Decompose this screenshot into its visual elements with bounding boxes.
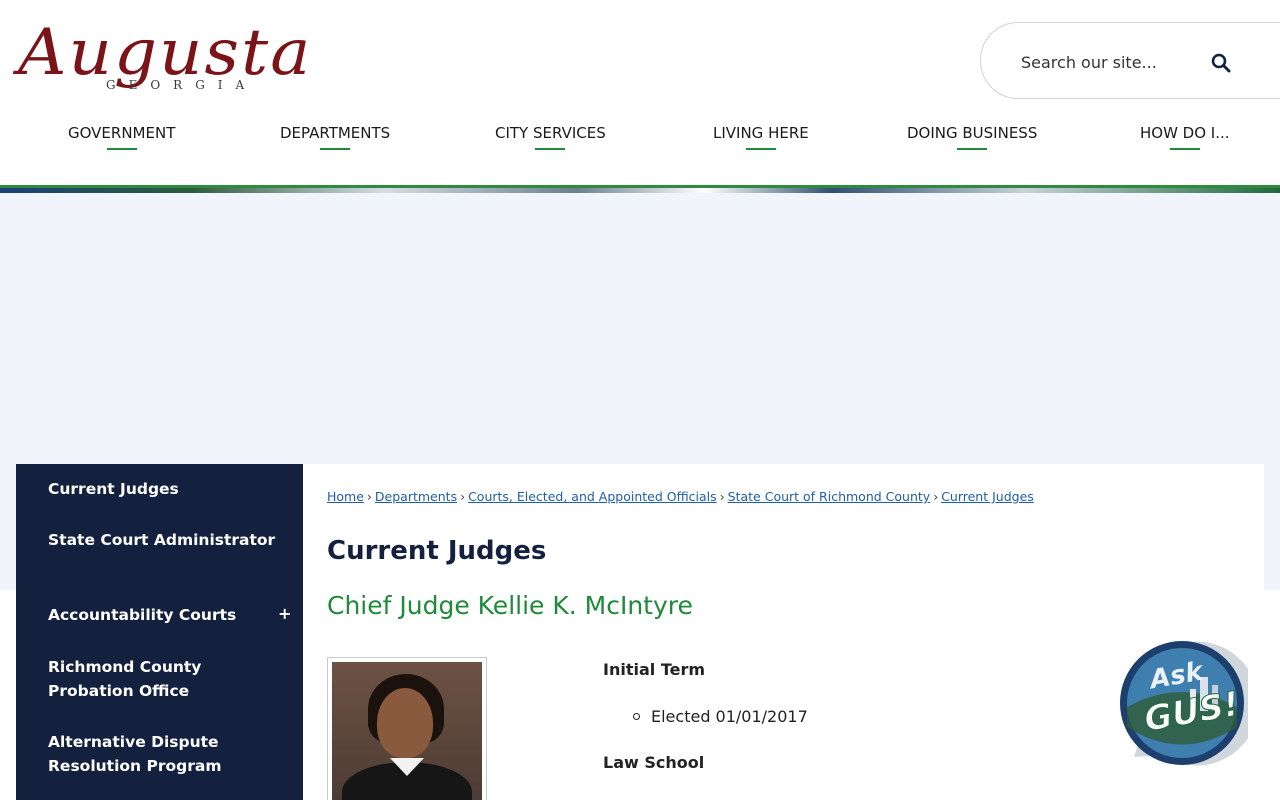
nav-how-do-i[interactable]: HOW DO I... (1140, 124, 1230, 160)
banner-green-rule (0, 185, 1280, 188)
judge-photo-frame (327, 657, 487, 800)
judge-photo (332, 662, 482, 800)
nav-label: DOING BUSINESS (907, 124, 1038, 142)
page-title: Current Judges (327, 536, 547, 566)
sidebar-item-alternative-dispute-resolution[interactable]: Alternative Dispute Resolution Program (48, 730, 278, 778)
logo-subtitle: GEORGIA (106, 78, 258, 92)
nav-label: GOVERNMENT (68, 124, 176, 142)
search-icon (1211, 53, 1231, 73)
sidebar-item-state-court-administrator[interactable]: State Court Administrator (48, 528, 278, 552)
breadcrumb: Home › Departments › Courts, Elected, and Ap… (327, 489, 1034, 504)
nav-label: DEPARTMENTS (280, 124, 391, 142)
nav-underline (1169, 148, 1200, 150)
nav-city-services[interactable]: CITY SERVICES (495, 124, 606, 160)
nav-departments[interactable]: DEPARTMENTS (280, 124, 390, 160)
nav-doing-business[interactable]: DOING BUSINESS (907, 124, 1037, 160)
sidebar-item-accountability-courts[interactable]: Accountability Courts (48, 603, 278, 627)
search-input[interactable] (1021, 50, 1201, 74)
nav-label: LIVING HERE (713, 124, 809, 142)
search-box (980, 22, 1280, 99)
judge-name-heading: Chief Judge Kellie K. McIntyre (327, 591, 693, 620)
breadcrumb-separator: › (933, 489, 939, 504)
nav-label: CITY SERVICES (495, 124, 606, 142)
main-nav: GOVERNMENT DEPARTMENTS CITY SERVICES LIV… (0, 124, 1280, 164)
sidebar-item-probation-office[interactable]: Richmond County Probation Office (48, 655, 278, 703)
breadcrumb-separator: › (719, 489, 725, 504)
nav-underline (745, 148, 776, 150)
nav-underline (320, 148, 351, 150)
law-school-label: Law School (603, 753, 705, 772)
breadcrumb-courts[interactable]: Courts, Elected, and Appointed Officials (468, 489, 717, 504)
nav-government[interactable]: GOVERNMENT (68, 124, 175, 160)
initial-term-value: Elected 01/01/2017 (633, 707, 808, 726)
ask-gus-chat-button[interactable]: Ask GUS! (1112, 637, 1259, 773)
augusta-logo[interactable]: Augusta GEORGIA (18, 8, 318, 118)
sidebar-nav: Current Judges State Court Administrator… (16, 464, 303, 800)
expand-plus-icon[interactable]: + (278, 604, 291, 623)
initial-term-label: Initial Term (603, 660, 706, 679)
breadcrumb-state-court[interactable]: State Court of Richmond County (728, 489, 931, 504)
nav-underline (106, 148, 137, 150)
search-button[interactable] (1211, 53, 1233, 75)
nav-living-here[interactable]: LIVING HERE (713, 124, 809, 160)
site-header: Augusta GEORGIA GOVERNMENT DEPARTMENTS C… (0, 0, 1280, 186)
sidebar-item-current-judges[interactable]: Current Judges (48, 477, 278, 501)
nav-underline (535, 148, 566, 150)
banner-image-strip (0, 185, 1280, 193)
breadcrumb-separator: › (366, 489, 372, 504)
breadcrumb-home[interactable]: Home (327, 489, 364, 504)
breadcrumb-departments[interactable]: Departments (375, 489, 457, 504)
photo-face-shape (377, 688, 433, 758)
nav-label: HOW DO I... (1140, 124, 1230, 142)
breadcrumb-separator: › (460, 489, 466, 504)
breadcrumb-current-judges[interactable]: Current Judges (941, 489, 1034, 504)
nav-underline (957, 148, 988, 150)
